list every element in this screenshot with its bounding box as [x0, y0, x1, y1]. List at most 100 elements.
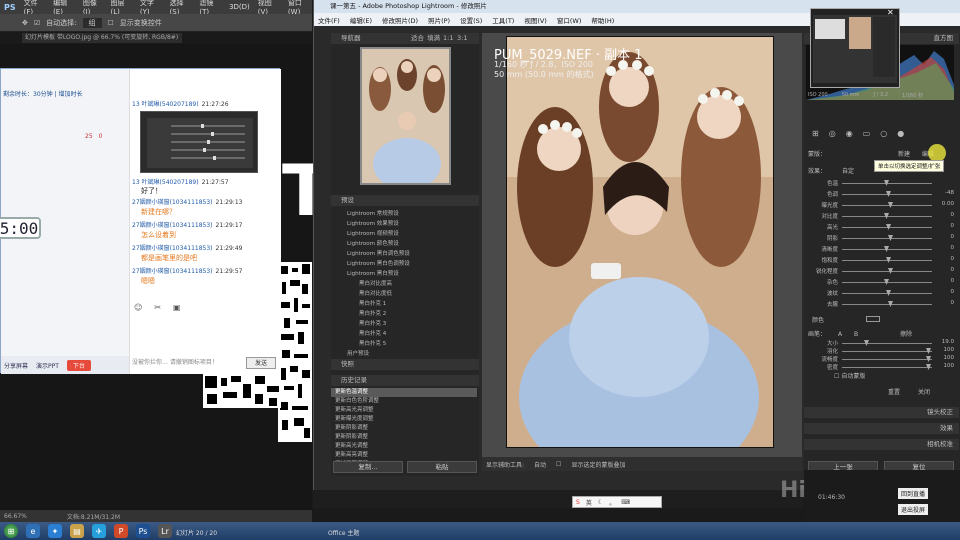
slider-track[interactable]	[842, 238, 932, 239]
scissors-icon[interactable]: ✂	[154, 303, 161, 312]
slider-track[interactable]	[842, 304, 932, 305]
close-icon[interactable]: ✕	[887, 8, 894, 17]
adjustment-slider[interactable]: 锐化程度 0	[808, 267, 954, 275]
message-user[interactable]: 13 叶斌琳(540207189)	[132, 179, 199, 186]
message-user[interactable]: 27姻颜小瑛窗(1034111853)	[132, 222, 213, 229]
lens-correction-header[interactable]: 镜头校正	[804, 407, 959, 418]
brush-tool-icon[interactable]: ●	[897, 129, 904, 138]
slider-track[interactable]	[842, 343, 932, 344]
brush-reset-button[interactable]: 重置	[888, 387, 900, 396]
radial-filter-icon[interactable]: ○	[880, 129, 887, 138]
slider-track[interactable]	[842, 367, 932, 368]
spot-removal-icon[interactable]: ◎	[829, 129, 836, 138]
slider-value[interactable]: 0	[934, 278, 955, 284]
adjustment-slider[interactable]: 高光 0	[808, 223, 954, 231]
lr-menu-photo[interactable]: 照片(P)	[428, 15, 450, 25]
history-item[interactable]: 更新阴影调整	[331, 424, 477, 433]
slider-track[interactable]	[842, 194, 932, 195]
preset-item[interactable]: 黑白扑克 1	[359, 299, 386, 307]
navigator-header[interactable]: 导航器 适合 填满 1:1 3:1	[331, 33, 479, 44]
adjustment-slider[interactable]: 清晰度 0	[808, 245, 954, 253]
message-user[interactable]: 27姻颜小瑛窗(1034111853)	[132, 245, 213, 252]
adjustment-slider[interactable]: 去朦 0	[808, 300, 954, 308]
lr-menu-view[interactable]: 视图(V)	[524, 15, 547, 25]
red-eye-icon[interactable]: ◉	[846, 129, 853, 138]
message-user[interactable]: 27姻颜小瑛窗(1034111853)	[132, 268, 213, 275]
slider-value[interactable]: 100	[934, 363, 955, 369]
preset-folder[interactable]: Lightroom 视频预设	[347, 229, 399, 237]
folder-icon[interactable]: ▤	[70, 524, 84, 538]
message-user[interactable]: 27姻颜小瑛窗(1034111853)	[132, 199, 213, 206]
remaining-duration[interactable]: 剩余时长：30分钟 | 增加时长	[3, 89, 82, 98]
slider-value[interactable]: 0	[934, 300, 955, 306]
preset-item[interactable]: 黑白扑克 5	[359, 339, 386, 347]
overlay-mode-dropdown[interactable]: 自动	[534, 460, 546, 469]
adjustment-slider[interactable]: 曝光度 0.00	[808, 201, 954, 209]
lr-menu-edit[interactable]: 编辑(E)	[350, 15, 372, 25]
show-mask-checkbox[interactable]: ☐	[556, 461, 561, 468]
slider-value[interactable]: 0	[934, 256, 955, 262]
color-swatch[interactable]	[865, 316, 880, 322]
brush-close-button[interactable]: 关闭	[918, 387, 930, 396]
history-item[interactable]: 更新阴影调整	[331, 433, 477, 442]
nav-1to1[interactable]: 1:1	[443, 33, 453, 44]
nav-fill[interactable]: 填满	[427, 33, 440, 44]
history-item[interactable]: 更新高光调整	[331, 442, 477, 451]
nav-3to1[interactable]: 3:1	[457, 33, 467, 44]
auto-mask-checkbox[interactable]: ☐	[834, 373, 839, 380]
exit-cast-button[interactable]: 退出投屏	[898, 504, 929, 515]
mini-preview-window[interactable]	[810, 8, 900, 88]
snapshots-header[interactable]: 快照	[331, 359, 479, 370]
brush-erase[interactable]: 擦除	[900, 331, 912, 338]
slider-value[interactable]: 19.0	[934, 339, 954, 345]
brush-slider[interactable]: 大小 19.0	[808, 339, 954, 347]
navigator-thumbnail-image[interactable]	[360, 47, 451, 185]
preset-item[interactable]: 黑白扑克 4	[359, 329, 386, 337]
slider-value[interactable]: 0.00	[934, 201, 954, 207]
history-item[interactable]: 更新高光亮调整	[331, 406, 477, 415]
slider-value[interactable]: 0	[934, 245, 955, 251]
slider-track[interactable]	[842, 293, 932, 294]
slider-value[interactable]: 0	[934, 267, 955, 273]
keyboard-icon[interactable]: ⌨	[621, 499, 630, 506]
zoom-level[interactable]: 66.67%	[4, 513, 27, 520]
brush-slider[interactable]: 流畅度 100	[808, 355, 954, 363]
lr-menu-window[interactable]: 窗口(W)	[557, 15, 582, 25]
photoshop-document-tab[interactable]: 幻灯片模板 带LOGO.jpg @ 66.7% (可变旋转, RGB/8#) *	[22, 33, 182, 51]
slider-value[interactable]: 100	[934, 355, 955, 361]
slider-track[interactable]	[842, 260, 932, 261]
powerpoint-icon[interactable]: P	[114, 524, 128, 538]
presets-header[interactable]: 预设	[331, 195, 479, 206]
mask-new[interactable]: 新建	[898, 151, 910, 158]
adjustment-slider[interactable]: 杂色 0	[808, 278, 954, 286]
brush-slider[interactable]: 羽化 100	[808, 347, 954, 355]
effects-header[interactable]: 效果	[804, 423, 959, 434]
brush-slider[interactable]: 密度 100	[808, 363, 954, 371]
brush-b[interactable]: B	[854, 331, 858, 338]
history-item[interactable]: 更新高亮调整	[331, 451, 477, 460]
preset-folder[interactable]: 用户预设	[347, 349, 369, 357]
move-tool-icon[interactable]: ✥	[22, 19, 28, 27]
slider-value[interactable]: 100	[934, 347, 955, 353]
adjustment-slider[interactable]: 阴影 0	[808, 234, 954, 242]
ime-logo-icon[interactable]: S	[576, 499, 580, 506]
shared-screenshot-image[interactable]	[140, 111, 258, 173]
flower-count[interactable]: 0	[99, 133, 103, 140]
brush-a[interactable]: A	[838, 331, 842, 338]
show-transform-checkbox[interactable]: ☐	[108, 19, 114, 27]
image-icon[interactable]: ▣	[173, 303, 181, 312]
adjustment-slider[interactable]: 色温	[808, 179, 954, 187]
preset-item[interactable]: 黑白对比度高	[359, 279, 392, 287]
effect-dropdown[interactable]: 自定	[842, 168, 854, 175]
copy-settings-button[interactable]: 复制...	[333, 461, 403, 473]
lr-menu-help[interactable]: 帮助(H)	[591, 15, 614, 25]
leave-stage-button[interactable]: 下台	[66, 359, 91, 371]
start-button-icon[interactable]: ⊞	[4, 524, 18, 538]
slider-track[interactable]	[842, 205, 932, 206]
send-button[interactable]: 发送	[246, 357, 276, 369]
preset-folder[interactable]: Lightroom 效果预设	[347, 219, 399, 227]
share-screen-button[interactable]: 分享屏幕	[4, 361, 28, 370]
crop-tool-icon[interactable]: ⊞	[812, 129, 819, 138]
camera-calibration-header[interactable]: 相机校准	[804, 439, 959, 450]
lr-menu-tools[interactable]: 工具(T)	[492, 15, 514, 25]
